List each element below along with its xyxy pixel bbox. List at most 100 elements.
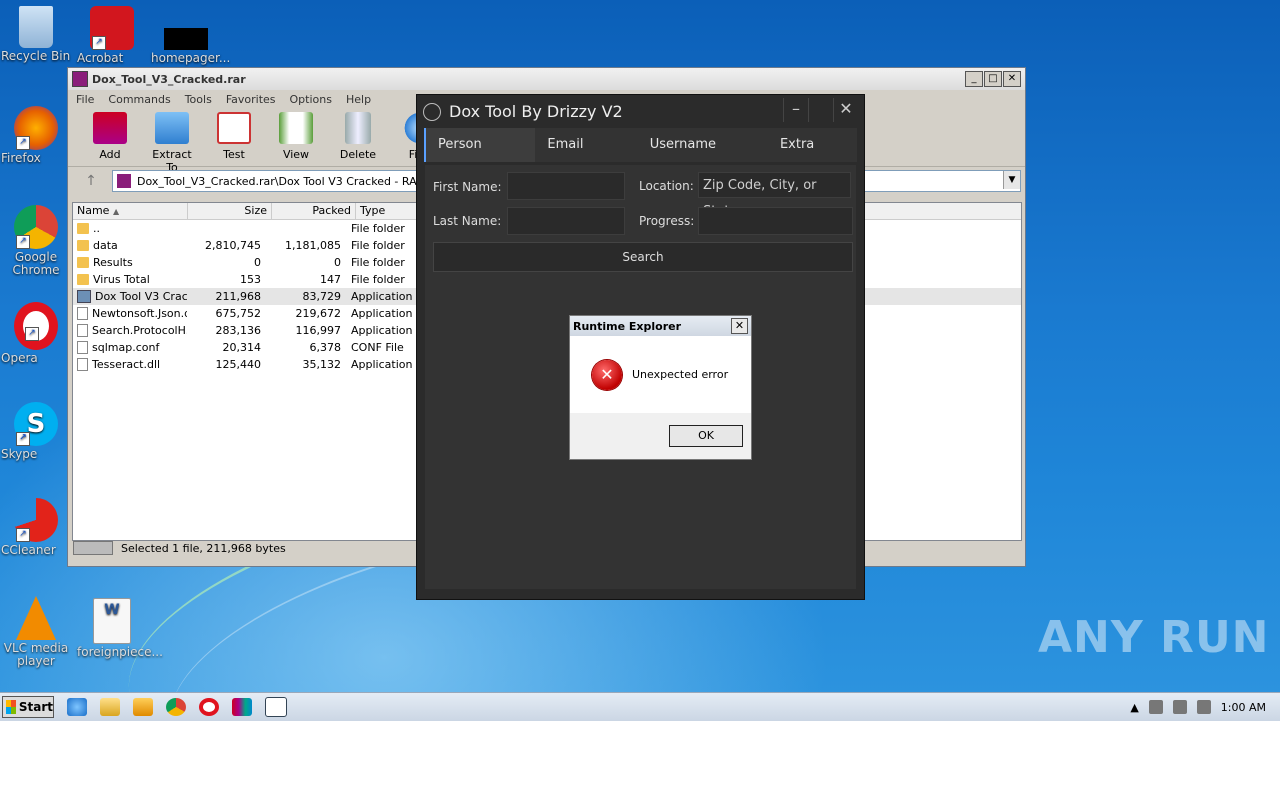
opera-icon[interactable]: [199, 698, 219, 716]
toolbar-label: Test: [223, 148, 245, 161]
archive-icon: [117, 174, 131, 188]
dox-tool-taskbar-icon[interactable]: [265, 697, 287, 717]
minimize-button[interactable]: –: [783, 98, 808, 122]
file-explorer-icon[interactable]: [100, 698, 120, 716]
file-icon: [77, 307, 88, 320]
window-title: Dox Tool By Drizzy V2: [449, 102, 623, 121]
desktop-icon-chrome[interactable]: ↗ Google Chrome: [1, 205, 71, 277]
dialog-titlebar[interactable]: Runtime Explorer ✕: [570, 316, 751, 336]
network-icon[interactable]: [1172, 700, 1187, 714]
file-type: File folder: [351, 239, 405, 252]
file-type: Application: [351, 290, 413, 303]
recycle-bin-icon: [19, 6, 53, 48]
column-name[interactable]: Name ▲: [73, 203, 188, 219]
error-dialog[interactable]: Runtime Explorer ✕ ✕ Unexpected error OK: [569, 315, 752, 460]
menu-favorites[interactable]: Favorites: [226, 93, 276, 106]
file-icon: [164, 28, 208, 50]
column-packed[interactable]: Packed: [272, 203, 356, 219]
winrar-icon[interactable]: [232, 698, 252, 716]
extract-folder-icon: [155, 112, 189, 144]
menu-help[interactable]: Help: [346, 93, 371, 106]
desktop-icon-label: Google Chrome: [12, 250, 60, 277]
file-name: Virus Total: [93, 273, 150, 286]
menu-tools[interactable]: Tools: [185, 93, 212, 106]
file-size: 20,314: [222, 341, 262, 354]
desktop-icon-skype[interactable]: S ↗ Skype: [1, 402, 71, 461]
chevron-down-icon[interactable]: ▼: [1003, 171, 1020, 189]
internet-explorer-icon[interactable]: [67, 698, 87, 716]
minimize-button[interactable]: _: [965, 71, 983, 87]
media-player-icon[interactable]: [133, 698, 153, 716]
folder-icon: [77, 257, 89, 268]
close-button[interactable]: ✕: [833, 98, 858, 122]
file-icon: [77, 358, 88, 371]
clock[interactable]: 1:00 AM: [1221, 701, 1266, 714]
error-message: Unexpected error: [632, 368, 729, 381]
desktop-icon-label: VLC media player: [3, 641, 69, 668]
toolbar-label: Add: [99, 148, 121, 161]
file-name-cell: Results: [73, 254, 187, 271]
dialog-title: Runtime Explorer: [573, 319, 682, 333]
toolbar-label: Delete: [339, 148, 377, 161]
file-packed-size: [267, 220, 347, 237]
menu-commands[interactable]: Commands: [108, 93, 170, 106]
tab-username-search[interactable]: Username Search: [638, 128, 768, 186]
file-name: Newtonsoft.Json.dll: [92, 307, 187, 320]
desktop-icon-acrobat[interactable]: ↗ Acrobat: [77, 6, 147, 65]
desktop-icon-vlc[interactable]: VLC media player: [1, 596, 71, 668]
maximize-button[interactable]: □: [984, 71, 1002, 87]
desktop-icon-ccleaner[interactable]: ↗ CCleaner: [1, 498, 71, 557]
tab-extra-tools[interactable]: Extra Tools: [768, 128, 857, 186]
column-size[interactable]: Size: [188, 203, 272, 219]
ok-button[interactable]: OK: [669, 425, 743, 447]
desktop-icon-foreignpiece[interactable]: W foreignpiece...: [77, 598, 163, 659]
desktop-icon-label: Skype: [1, 447, 38, 461]
file-icon: [77, 324, 88, 337]
file-type: File folder: [351, 273, 405, 286]
location-field[interactable]: Zip Code, City, or State: [698, 172, 851, 219]
chrome-icon[interactable]: [166, 698, 186, 716]
file-packed-size: 0: [334, 256, 341, 269]
view-book-icon: [279, 112, 313, 144]
location-label: Location:: [639, 179, 694, 193]
desktop-icon-firefox[interactable]: ↗ Firefox: [1, 106, 71, 165]
last-name-label: Last Name:: [433, 214, 502, 228]
close-button[interactable]: ✕: [731, 318, 748, 334]
add-button[interactable]: Add: [84, 108, 136, 166]
file-name-cell: data: [73, 237, 187, 254]
desktop-icon-label: Opera: [1, 351, 38, 365]
maximize-button[interactable]: [808, 98, 833, 122]
menu-options[interactable]: Options: [290, 93, 332, 106]
file-type: CONF File: [351, 341, 404, 354]
close-button[interactable]: ✕: [1003, 71, 1021, 87]
winrar-titlebar[interactable]: Dox_Tool_V3_Cracked.rar: [68, 68, 1025, 90]
progress-bar: [698, 207, 853, 235]
desktop-icon-homepager[interactable]: homepager...: [151, 6, 230, 65]
start-button[interactable]: Start: [2, 696, 54, 718]
file-type: File folder: [351, 222, 405, 235]
desktop-icon-opera[interactable]: ↗ Opera: [1, 302, 71, 365]
test-button[interactable]: Test: [208, 108, 260, 166]
chevron-up-icon[interactable]: ▲: [1130, 701, 1138, 714]
volume-icon[interactable]: [1148, 700, 1163, 714]
system-tray: ▲ 1:00 AM: [1130, 693, 1280, 721]
file-name: data: [93, 239, 118, 252]
desktop-icon-recycle-bin[interactable]: Recycle Bin: [1, 6, 71, 63]
first-name-field[interactable]: [507, 172, 625, 200]
start-label: Start: [18, 700, 53, 714]
watermark: ANY RUN: [1038, 612, 1270, 663]
search-button[interactable]: Search: [433, 242, 853, 272]
file-packed-size: 1,181,085: [285, 239, 341, 252]
desktop-icon-label: Recycle Bin: [1, 49, 71, 63]
extract-to-button[interactable]: Extract To: [146, 108, 198, 174]
view-button[interactable]: View: [270, 108, 322, 166]
last-name-field[interactable]: [507, 207, 625, 235]
tab-person-search[interactable]: Person Search: [424, 128, 536, 186]
flag-icon[interactable]: [1196, 700, 1211, 714]
up-arrow-icon[interactable]: ↑: [76, 173, 106, 189]
add-icon: [93, 112, 127, 144]
menu-file[interactable]: File: [76, 93, 94, 106]
tab-email-search[interactable]: Email Search: [535, 128, 637, 186]
delete-button[interactable]: Delete: [332, 108, 384, 166]
file-packed-size: 6,378: [309, 341, 342, 354]
